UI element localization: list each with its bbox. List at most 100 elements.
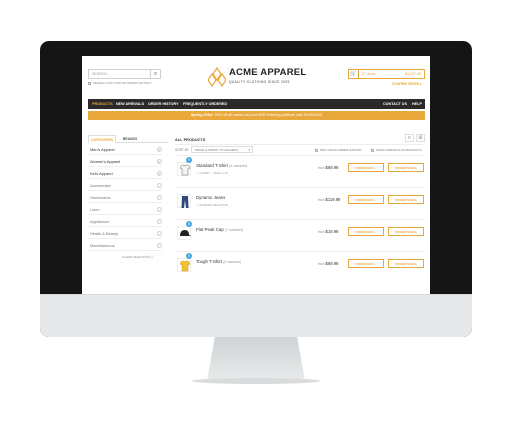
product-price: from $19.99 <box>318 229 338 234</box>
product-row: 6 Flat Peak Cap (7 variants) from $19.99 MO… <box>175 219 425 247</box>
unchecked-circle-icon[interactable] <box>157 207 162 212</box>
cart-icon[interactable]: 🛒 <box>349 69 359 79</box>
product-title[interactable]: Dynamo Jeans <box>196 195 225 200</box>
screen: SEARCH... ⌕ SEARCH ONLY WITHIN ORDER HIS… <box>82 56 430 294</box>
price-value: $69.99 <box>325 261 339 266</box>
variant-badge: 6 <box>186 221 192 227</box>
product-title[interactable]: Tough T-Shirt <box>196 259 222 264</box>
unchecked-circle-icon[interactable] <box>157 183 162 188</box>
tab-categories[interactable]: CATEGORIES <box>88 135 116 143</box>
tab-brands[interactable]: BRANDS <box>118 135 142 143</box>
sidebar-category[interactable]: Women's Apparel ✓ <box>88 156 162 167</box>
cart-widget[interactable]: 🛒 27 items $4,347.95 <box>348 69 425 79</box>
unchecked-circle-icon[interactable] <box>157 231 162 236</box>
brand-logo-icon <box>208 67 226 87</box>
product-name[interactable]: Flat Peak Cap (7 variants) <box>196 227 243 232</box>
product-tags: ▢ T-SHIRT ▢ SMALL (+3) <box>196 172 228 175</box>
category-label: Linen <box>90 207 100 212</box>
unchecked-circle-icon[interactable] <box>157 219 162 224</box>
category-label: Appliances <box>90 219 110 224</box>
price-from: from <box>318 166 325 170</box>
search-placeholder: SEARCH... <box>92 72 110 76</box>
product-variants: (7 variants) <box>225 228 244 232</box>
sidebar-category[interactable]: Men's Apparel ✓ <box>88 144 162 155</box>
sidebar-category[interactable]: Kid's Apparel ✓ <box>88 168 162 179</box>
jeans-icon[interactable] <box>177 194 191 208</box>
confirm-order-link[interactable]: CONFIRM ORDER ▸ <box>392 82 422 86</box>
sidebar-tabs: CATEGORIES BRANDS <box>88 135 168 143</box>
product-row: Dynamo Jeans ▢ WOMEN'S SELECTION from $11… <box>175 187 425 215</box>
more-info-button[interactable]: MORE INFO › <box>348 259 384 268</box>
price-from: from <box>318 230 325 234</box>
sidebar-category[interactable]: Linen <box>88 204 162 215</box>
order-now-button[interactable]: ORDER NOW ▸ <box>388 195 424 204</box>
grid-view-icon[interactable]: ⊞ <box>416 134 425 142</box>
category-label: Homewares <box>90 195 111 200</box>
more-info-button[interactable]: MORE INFO › <box>348 163 384 172</box>
main-nav: PRODUCTS NEW ARRIVALS ORDER HISTORY FREQ… <box>88 99 425 109</box>
product-price: from $69.99 <box>318 261 338 266</box>
list-view-icon[interactable]: ≡ <box>405 134 414 142</box>
chevron-down-icon: ▾ <box>248 148 250 152</box>
product-variants: (6 variants) <box>229 164 248 168</box>
more-info-button[interactable]: MORE INFO › <box>348 195 384 204</box>
t-shirt-icon[interactable] <box>177 162 191 176</box>
imac-mockup: SEARCH... ⌕ SEARCH ONLY WITHIN ORDER HIS… <box>0 0 512 438</box>
product-variants: (6 variants) <box>223 260 242 264</box>
checkbox-box[interactable] <box>88 81 91 85</box>
variants-option[interactable]: SHOW VARIANTS AS PRODUCTS <box>371 148 422 152</box>
nav-frequently-ordered[interactable]: FREQUENTLY ORDERED <box>183 102 227 106</box>
more-info-button[interactable]: MORE INFO › <box>348 227 384 236</box>
product-name[interactable]: Dynamo Jeans <box>196 195 225 200</box>
brand-tagline: QUALITY CLOTHING SINCE 2009 <box>229 80 290 84</box>
product-tags: ▢ WOMEN'S SELECTION <box>196 204 229 207</box>
price-value: $119.99 <box>325 197 341 202</box>
check-icon[interactable]: ✓ <box>157 159 162 164</box>
nav-new-arrivals[interactable]: NEW ARRIVALS <box>116 102 144 106</box>
price-value: $19.99 <box>325 229 339 234</box>
order-now-button[interactable]: ORDER NOW ▸ <box>388 259 424 268</box>
checkbox-box[interactable] <box>315 148 318 152</box>
product-name[interactable]: Tough T-Shirt (6 variants) <box>196 259 241 264</box>
sort-select[interactable]: PRICE (LOWEST TO HIGHEST) ▾ <box>191 146 253 153</box>
product-title[interactable]: Standard T-Shirt <box>196 163 228 168</box>
search-input[interactable]: SEARCH... ⌕ <box>88 69 161 79</box>
nav-contact[interactable]: CONTACT US <box>383 102 407 106</box>
check-icon[interactable]: ✓ <box>157 171 162 176</box>
cap-icon[interactable] <box>177 226 191 240</box>
order-now-button[interactable]: ORDER NOW ▸ <box>388 227 424 236</box>
sidebar-category[interactable]: Miscellaneous <box>88 240 162 251</box>
sidebar-category[interactable]: Accessories <box>88 180 162 191</box>
price-value: $69.99 <box>325 165 339 170</box>
clear-selection-link[interactable]: CLEAR SELECTION ⓧ <box>122 255 154 259</box>
nav-order-history[interactable]: ORDER HISTORY <box>148 102 179 106</box>
search-history-checkbox[interactable]: SEARCH ONLY WITHIN ORDER HISTORY <box>88 81 151 85</box>
monitor-stand <box>207 337 305 381</box>
product-title[interactable]: Flat Peak Cap <box>196 227 224 232</box>
promo-title: Spring Offer: <box>190 113 214 117</box>
unchecked-circle-icon[interactable] <box>157 243 162 248</box>
yellow-t-shirt-icon[interactable] <box>177 258 191 272</box>
category-label: Miscellaneous <box>90 243 115 248</box>
cart-total: $4,347.95 <box>405 72 421 76</box>
search-history-label: SEARCH ONLY WITHIN ORDER HISTORY <box>93 81 152 85</box>
nav-help[interactable]: HELP <box>412 102 422 106</box>
category-label: Health & Beauty <box>90 231 119 236</box>
variant-badge: 6 <box>186 253 192 259</box>
only-history-option[interactable]: ONLY FROM ORDER HISTORY <box>315 148 362 152</box>
nav-products[interactable]: PRODUCTS <box>92 102 113 106</box>
check-icon[interactable]: ✓ <box>157 147 162 152</box>
checkbox-box[interactable] <box>371 148 374 152</box>
price-from: from <box>318 198 325 202</box>
brand-name: ACME APPAREL <box>229 67 307 78</box>
order-now-button[interactable]: ORDER NOW ▸ <box>388 163 424 172</box>
sidebar-category[interactable]: Appliances <box>88 216 162 227</box>
search-icon[interactable]: ⌕ <box>150 69 160 79</box>
category-label: Women's Apparel <box>90 159 121 164</box>
sidebar-category[interactable]: Health & Beauty <box>88 228 162 239</box>
variant-badge: 9 <box>186 157 192 163</box>
product-name[interactable]: Standard T-Shirt (6 variants) <box>196 163 247 168</box>
price-from: from <box>318 262 325 266</box>
sidebar-category[interactable]: Homewares <box>88 192 162 203</box>
unchecked-circle-icon[interactable] <box>157 195 162 200</box>
